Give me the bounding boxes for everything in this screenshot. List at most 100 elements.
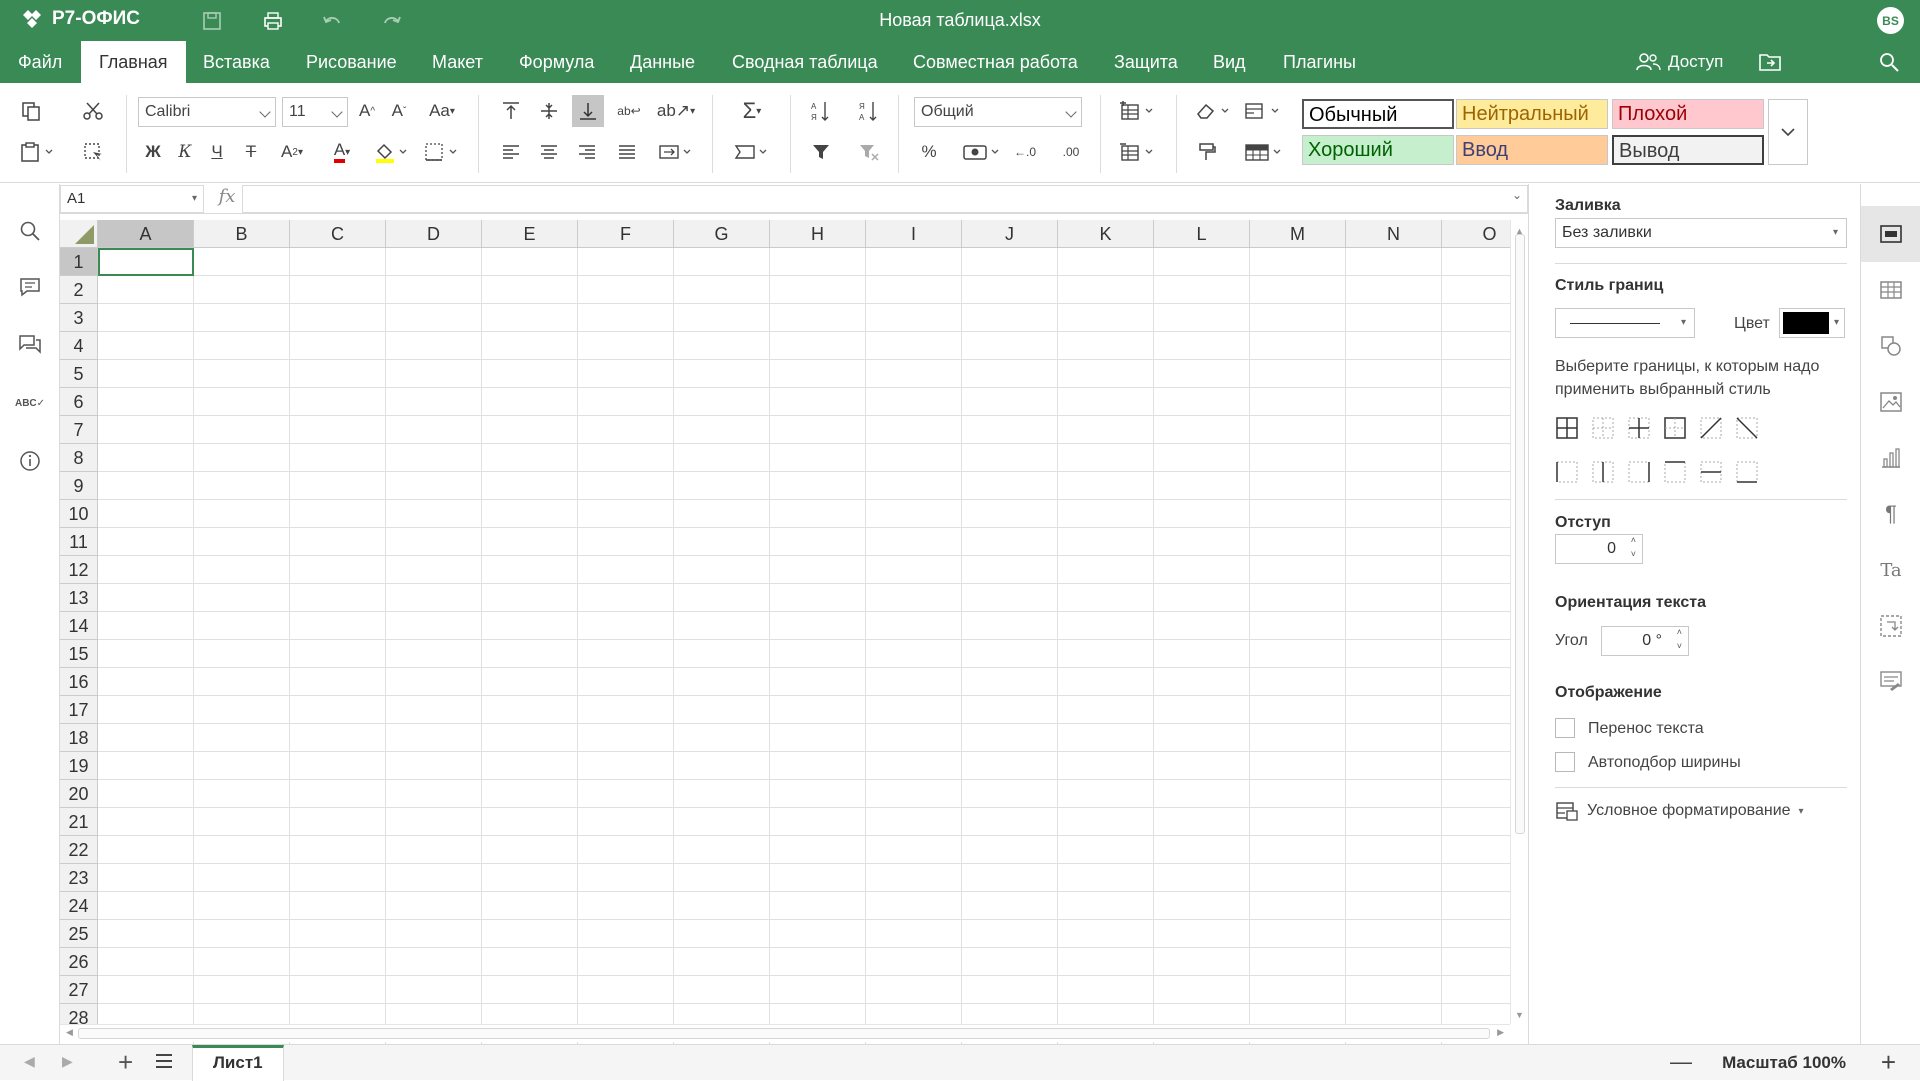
search-icon[interactable] (15, 216, 45, 246)
column-header[interactable]: D (386, 220, 482, 248)
row-header[interactable]: 8 (60, 444, 98, 472)
font-decrease-icon[interactable]: Aˇ (384, 97, 414, 125)
cell-settings-icon[interactable] (1861, 206, 1920, 262)
column-header[interactable]: E (482, 220, 578, 248)
format-painter-icon[interactable] (1192, 138, 1222, 166)
row-header[interactable]: 22 (60, 836, 98, 864)
cut-icon[interactable] (78, 97, 108, 125)
sheet-list-icon[interactable] (154, 1051, 174, 1071)
text-art-icon[interactable]: Ta (1861, 542, 1920, 598)
spinner-arrows-icon[interactable]: ˄ ˅ (1677, 625, 1682, 653)
paste-icon[interactable] (16, 138, 60, 166)
formula-input[interactable] (242, 185, 1528, 213)
sheet-prev-icon[interactable]: ◀ (24, 1053, 35, 1070)
column-header[interactable]: I (866, 220, 962, 248)
access-button[interactable]: Доступ (1636, 41, 1723, 83)
tab-collaboration[interactable]: Совместная работа (895, 41, 1096, 83)
font-increase-icon[interactable]: A ^ (352, 97, 382, 125)
fill-color-icon[interactable] (370, 138, 414, 166)
user-avatar[interactable]: BS (1877, 7, 1904, 34)
row-header[interactable]: 18 (60, 724, 98, 752)
clear-filter-icon[interactable] (854, 138, 884, 166)
paragraph-settings-icon[interactable]: ¶ (1861, 486, 1920, 542)
sort-ascending-icon[interactable]: AЯ (806, 97, 836, 125)
row-header[interactable]: 21 (60, 808, 98, 836)
column-header[interactable]: G (674, 220, 770, 248)
angle-spinner[interactable]: 0 ° ˄ ˅ (1601, 626, 1689, 656)
row-header[interactable]: 1 (60, 248, 98, 276)
borders-icon[interactable] (420, 138, 464, 166)
align-center-icon[interactable] (534, 138, 564, 166)
tab-home[interactable]: Главная (81, 41, 186, 83)
font-size-select[interactable]: 11 (282, 97, 348, 127)
border-top-icon[interactable] (1663, 460, 1687, 484)
border-diagonal-down-icon[interactable] (1735, 416, 1759, 440)
tab-pivot-table[interactable]: Сводная таблица (714, 41, 896, 83)
vertical-scrollbar[interactable]: ▲ ▼ (1510, 220, 1528, 1024)
row-header[interactable]: 25 (60, 920, 98, 948)
scroll-right-icon[interactable]: ▶ (1497, 1027, 1504, 1038)
row-header[interactable]: 5 (60, 360, 98, 388)
merge-cells-icon[interactable] (656, 138, 696, 166)
border-all-icon[interactable] (1555, 416, 1579, 440)
increase-decimal-icon[interactable]: .00 (1056, 138, 1086, 166)
clear-icon[interactable] (1192, 97, 1236, 125)
tab-plugins[interactable]: Плагины (1265, 41, 1374, 83)
align-bottom-icon[interactable] (572, 95, 604, 127)
border-none-icon[interactable] (1591, 416, 1615, 440)
style-good[interactable]: Хороший (1302, 135, 1454, 165)
copy-icon[interactable] (16, 97, 46, 125)
column-header[interactable]: L (1154, 220, 1250, 248)
border-left-icon[interactable] (1555, 460, 1579, 484)
border-inner-icon[interactable] (1627, 416, 1651, 440)
active-cell[interactable] (98, 248, 194, 276)
row-header[interactable]: 24 (60, 892, 98, 920)
indent-spinner[interactable]: 0 ˄ ˅ (1555, 534, 1643, 564)
pivot-settings-icon[interactable] (1861, 598, 1920, 654)
border-style-select[interactable]: ▾ (1555, 308, 1695, 338)
tab-formula[interactable]: Формула (501, 41, 612, 83)
style-normal[interactable]: Обычный (1302, 99, 1454, 129)
row-header[interactable]: 3 (60, 304, 98, 332)
border-inner-vertical-icon[interactable] (1591, 460, 1615, 484)
underline-icon[interactable]: Ч (202, 138, 232, 166)
align-left-icon[interactable] (496, 138, 526, 166)
bold-icon[interactable]: Ж (138, 138, 168, 166)
zoom-out-icon[interactable]: — (1670, 1047, 1692, 1077)
filter-icon[interactable] (806, 138, 836, 166)
font-name-select[interactable]: Calibri (138, 97, 276, 127)
sheet-tab-1[interactable]: Лист1 (192, 1045, 284, 1081)
tab-file[interactable]: Файл (0, 41, 80, 83)
about-icon[interactable] (15, 446, 45, 476)
align-right-icon[interactable] (572, 138, 602, 166)
percent-icon[interactable]: % (914, 138, 944, 166)
styles-expand-icon[interactable] (1768, 99, 1808, 165)
column-header[interactable]: F (578, 220, 674, 248)
row-header[interactable]: 16 (60, 668, 98, 696)
row-header[interactable]: 4 (60, 332, 98, 360)
row-header[interactable]: 2 (60, 276, 98, 304)
name-box[interactable]: A1 ▾ (60, 185, 204, 213)
search-icon[interactable] (1878, 51, 1900, 73)
vertical-scroll-thumb[interactable] (1515, 234, 1525, 834)
border-bottom-icon[interactable] (1735, 460, 1759, 484)
chart-settings-icon[interactable] (1861, 430, 1920, 486)
column-header[interactable]: K (1058, 220, 1154, 248)
align-top-icon[interactable] (496, 97, 526, 125)
decrease-decimal-icon[interactable]: ←.0 (1010, 138, 1040, 166)
sort-descending-icon[interactable]: ЯA (854, 97, 884, 125)
row-header[interactable]: 7 (60, 416, 98, 444)
border-inner-horizontal-icon[interactable] (1699, 460, 1723, 484)
spellcheck-icon[interactable]: ABC✓ (15, 388, 45, 418)
font-color-icon[interactable]: A ▾ (320, 138, 364, 166)
autosum-icon[interactable]: Σ ▾ (730, 97, 774, 125)
row-header[interactable]: 15 (60, 640, 98, 668)
row-header[interactable]: 17 (60, 696, 98, 724)
comments-icon[interactable] (15, 272, 45, 302)
chat-icon[interactable] (15, 330, 45, 360)
tab-data[interactable]: Данные (612, 41, 713, 83)
select-all-icon[interactable] (78, 138, 108, 166)
fx-icon[interactable]: fx (212, 186, 242, 212)
style-input[interactable]: Ввод (1456, 135, 1608, 165)
format-as-table-icon[interactable] (1242, 138, 1286, 166)
